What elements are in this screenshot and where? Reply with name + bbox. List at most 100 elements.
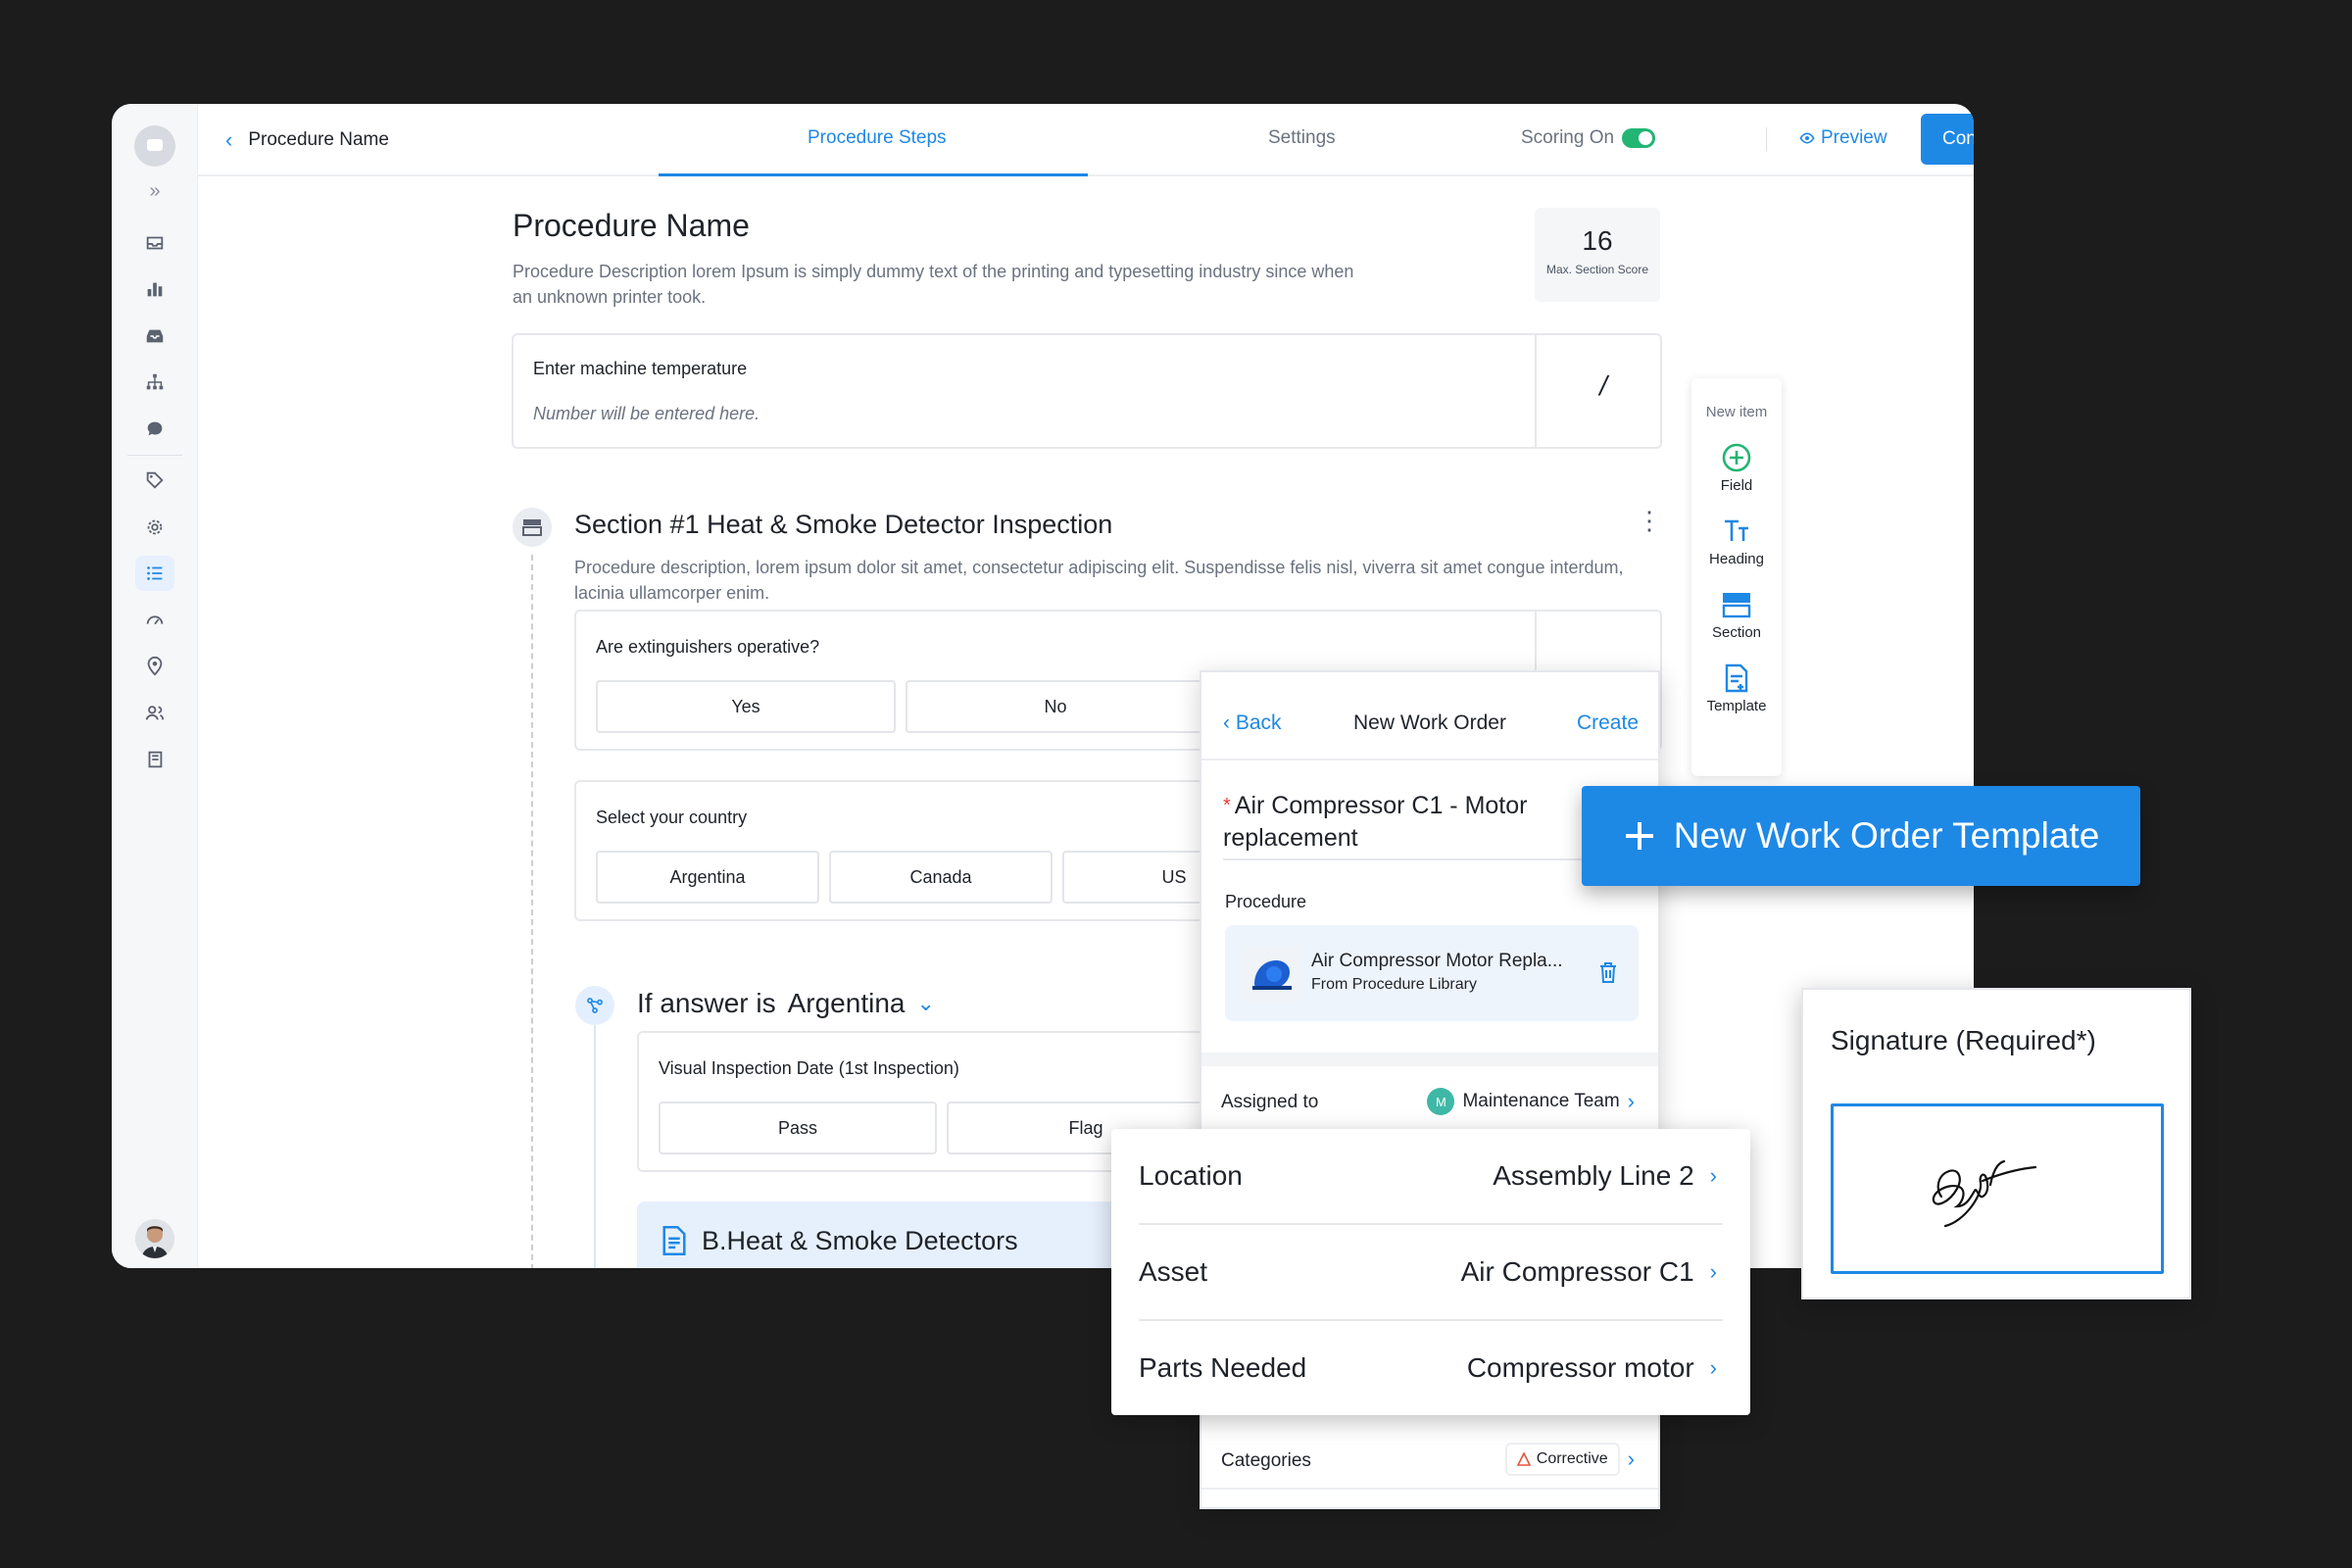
max-score-value: 16	[1582, 225, 1613, 256]
chevron-right-icon: ›	[1709, 1355, 1717, 1380]
signature-pad[interactable]	[1831, 1103, 2164, 1274]
template-item-label: B.Heat & Smoke Detectors	[702, 1225, 1018, 1255]
bar-chart-icon[interactable]	[112, 267, 198, 314]
new-field-label: Field	[1720, 477, 1753, 494]
tray-icon[interactable]	[112, 313, 198, 360]
new-field-button[interactable]: Field	[1691, 442, 1782, 494]
option-yes[interactable]: Yes	[596, 680, 896, 733]
section-block-icon	[1722, 593, 1751, 618]
section-description: Procedure description, lorem ipsum dolor…	[574, 558, 1624, 603]
signature-card: Signature (Required*)	[1801, 988, 2191, 1299]
procedure-source: From Procedure Library	[1311, 976, 1477, 993]
parts-needed-row[interactable]: Parts Needed Compressor motor ›	[1139, 1321, 1717, 1415]
question-label: Select your country	[596, 808, 748, 827]
user-avatar[interactable]	[135, 1219, 174, 1258]
option-no[interactable]: No	[906, 680, 1205, 733]
procedure-name: Air Compressor Motor Repla...	[1311, 951, 1563, 971]
inbox-icon[interactable]	[112, 220, 198, 267]
assigned-to-label: Assigned to	[1221, 1092, 1319, 1112]
work-order-name-field[interactable]: * Air Compressor C1 - Motor replacement	[1223, 790, 1605, 855]
chat-icon[interactable]	[112, 406, 198, 453]
expand-sidebar-icon[interactable]: »	[112, 180, 198, 203]
new-work-order-template-button[interactable]: New Work Order Template	[1582, 786, 2140, 886]
book-icon[interactable]	[112, 737, 198, 784]
back-button[interactable]: ‹ Procedure Name	[225, 127, 389, 153]
option-canada[interactable]: Canada	[829, 851, 1053, 904]
scoring-toggle-group: Scoring On	[1521, 127, 1656, 149]
field-placeholder: Number will be entered here.	[533, 404, 760, 423]
document-icon	[662, 1226, 686, 1255]
preview-label: Preview	[1821, 127, 1887, 148]
procedure-card[interactable]: Air Compressor Motor Repla... From Proce…	[1225, 925, 1639, 1021]
list-icon[interactable]	[112, 551, 198, 598]
asset-row[interactable]: Asset Air Compressor C1 ›	[1139, 1225, 1717, 1319]
assigned-to-value: Maintenance Team	[1462, 1091, 1620, 1111]
work-order-details-card: Location Assembly Line 2 › Asset Air Comp…	[1111, 1129, 1750, 1415]
compressor-thumbnail	[1245, 947, 1299, 1002]
gear-icon[interactable]	[112, 504, 198, 551]
number-field-card[interactable]: Enter machine temperature Number will be…	[512, 333, 1662, 449]
team-avatar: M	[1427, 1088, 1455, 1115]
max-score-label: Max. Section Score	[1545, 263, 1649, 276]
procedure-label: Procedure	[1225, 892, 1307, 911]
chevron-right-icon: ›	[1627, 1446, 1635, 1471]
signature-title: Signature (Required*)	[1831, 1025, 2096, 1055]
new-heading-button[interactable]: Heading	[1691, 515, 1782, 567]
new-item-rail: New item Field Heading Section Template	[1691, 378, 1782, 776]
field-score-input[interactable]: /	[1544, 370, 1662, 402]
location-row[interactable]: Location Assembly Line 2 ›	[1139, 1129, 1717, 1223]
chevron-down-icon: ⌄	[916, 991, 935, 1015]
trash-icon[interactable]	[1597, 960, 1619, 984]
page-title: Procedure Name	[513, 208, 750, 243]
hierarchy-icon[interactable]	[112, 360, 198, 407]
condition-header[interactable]: If answer is Argentina ⌄	[637, 988, 935, 1019]
tab-settings[interactable]: Settings	[1268, 127, 1336, 149]
workspace-logo[interactable]	[134, 125, 175, 167]
condition-value: Argentina	[787, 988, 906, 1018]
work-order-header: ‹ Back New Work Order Create	[1201, 672, 1658, 760]
max-score-box: 16 Max. Section Score	[1535, 208, 1660, 302]
new-template-button[interactable]: Template	[1691, 662, 1782, 714]
new-section-button[interactable]: Section	[1691, 589, 1782, 641]
section-title: Section #1 Heat & Smoke Detector Inspect…	[574, 510, 1113, 539]
tag-icon[interactable]	[112, 458, 198, 505]
banner-label: New Work Order Template	[1673, 815, 2100, 856]
categories-row[interactable]: Categories Corrective ›	[1201, 1431, 1658, 1490]
option-argentina[interactable]: Argentina	[596, 851, 819, 904]
option-pass[interactable]: Pass	[659, 1102, 937, 1154]
text-size-icon	[1725, 519, 1748, 541]
more-options-icon[interactable]: ⋮	[1637, 508, 1662, 533]
question-label: Are extinguishers operative?	[596, 637, 820, 657]
chevron-left-icon: ‹	[225, 127, 233, 152]
back-label: Procedure Name	[248, 129, 389, 150]
required-asterisk: *	[1223, 795, 1231, 816]
category-badge: Corrective	[1504, 1443, 1620, 1476]
parts-needed-value: Compressor motor	[1466, 1352, 1694, 1383]
scoring-toggle[interactable]	[1622, 128, 1656, 148]
continue-button[interactable]: Continue	[1921, 114, 1974, 165]
create-button[interactable]: Create	[1577, 711, 1639, 735]
plus-icon	[1625, 822, 1653, 850]
new-heading-label: Heading	[1709, 551, 1764, 567]
question-label: Visual Inspection Date (1st Inspection)	[659, 1058, 959, 1078]
top-bar: ‹ Procedure Name Procedure Steps Setting…	[198, 104, 1974, 176]
field-label: Enter machine temperature	[533, 359, 748, 378]
plus-circle-icon	[1722, 443, 1751, 472]
preview-button[interactable]: Preview	[1799, 127, 1887, 149]
tab-procedure-steps[interactable]: Procedure Steps	[808, 127, 947, 149]
template-item[interactable]: B.Heat & Smoke Detectors	[637, 1201, 1186, 1268]
asset-value: Air Compressor C1	[1460, 1256, 1694, 1287]
users-icon[interactable]	[112, 690, 198, 737]
warning-icon	[1516, 1452, 1531, 1466]
sidebar: »	[112, 104, 198, 1268]
chevron-right-icon: ›	[1627, 1089, 1635, 1113]
location-pin-icon[interactable]	[112, 644, 198, 691]
divider	[1766, 127, 1767, 151]
categories-label: Categories	[1221, 1450, 1311, 1471]
branch-icon	[575, 986, 614, 1025]
section-connector	[531, 555, 533, 1268]
signature-drawing	[1932, 1159, 2037, 1228]
active-tab-underline	[659, 173, 1088, 176]
gauge-icon[interactable]	[112, 597, 198, 644]
assigned-to-row[interactable]: Assigned to M Maintenance Team ›	[1201, 1066, 1658, 1135]
